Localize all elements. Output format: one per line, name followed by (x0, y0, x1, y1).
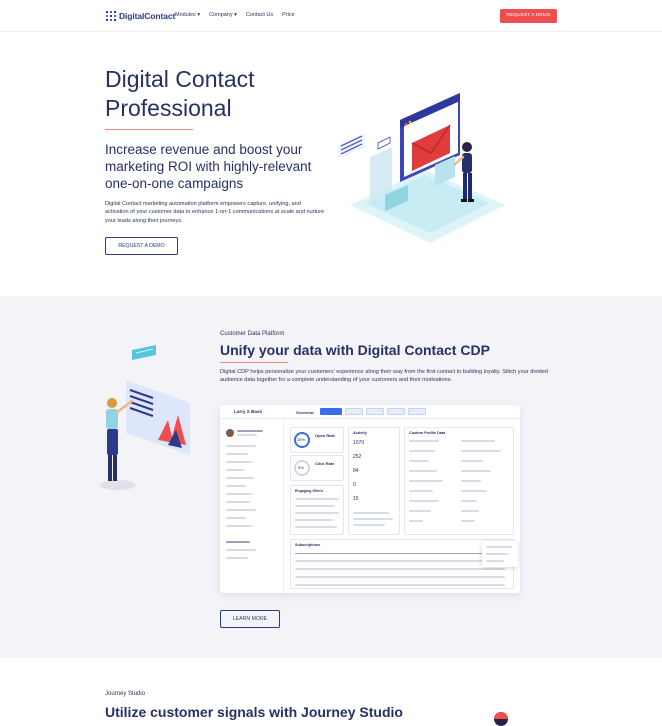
cdp-illustration (100, 345, 190, 490)
cdp-title: Unify your data with Digital Contact CDP (220, 342, 490, 358)
journey-kicker: Journey Studio (105, 691, 146, 697)
activity-value: 84 (353, 468, 359, 474)
cdp-description: Digital CDP helps personalize your custo… (220, 369, 548, 384)
nav-item-price[interactable]: Price (282, 12, 295, 18)
row-context-menu (482, 541, 518, 567)
click-rate-value: 5% (298, 465, 304, 470)
dashboard-topbar: Larry X Bass Overview (220, 405, 520, 419)
engaging-offers-label: Engaging Offers (295, 489, 323, 493)
nav-request-demo-button[interactable]: REQUEST A DEMO (500, 9, 557, 23)
dashboard-contact-panel (220, 419, 284, 593)
open-rate-card: 28% Open Rate (290, 427, 344, 453)
subscriptions-card: Subscriptions (290, 539, 514, 589)
dashboard-contact-name: Larry X Bass (234, 409, 263, 414)
activity-value: 252 (353, 454, 362, 460)
contact-avatar (226, 429, 234, 437)
hero-illustration (338, 93, 505, 243)
activity-value: 15 (353, 496, 359, 502)
click-rate-label: Click Rate (315, 461, 335, 466)
hero-request-demo-button[interactable]: REQUEST A DEMO (105, 237, 178, 255)
custom-profile-label: Custom Profile Data (409, 431, 446, 435)
nav-item-contact-us[interactable]: Contact Us (246, 12, 273, 18)
hero-divider (105, 129, 193, 130)
hero-subtitle: Increase revenue and boost your marketin… (105, 142, 312, 191)
logo-text: DigitalContact (119, 11, 176, 21)
journey-illustration (494, 712, 508, 726)
cdp-dashboard-screenshot: Larry X Bass Overview 28% Open Rate 5% C (220, 405, 520, 593)
nav-item-modules[interactable]: Modules ▾ (175, 12, 200, 18)
activity-card: Activity 1070 252 84 0 15 (348, 427, 400, 535)
cdp-divider (220, 362, 288, 363)
subscriptions-label: Subscriptions (295, 543, 321, 547)
engaging-offers-card: Engaging Offers (290, 485, 344, 535)
activity-value: 1070 (353, 440, 365, 446)
stripe-card-icon (338, 133, 365, 159)
brand-logo[interactable]: DigitalContact (105, 10, 175, 22)
activity-value: 0 (353, 482, 356, 488)
hero-title: Digital Contact Professional (105, 66, 255, 121)
hero-description: Digital Contact marketing automation pla… (105, 201, 325, 224)
nav-item-company[interactable]: Company ▾ (209, 12, 237, 18)
nav-links: Modules ▾ Company ▾ Contact Us Price (175, 12, 295, 18)
activity-label: Activity (353, 431, 367, 435)
custom-profile-card: Custom Profile Data (404, 427, 514, 535)
dashboard-overview-tab: Overview (296, 410, 314, 415)
journey-title: Utilize customer signals with Journey St… (105, 704, 403, 720)
open-rate-label: Open Rate (315, 433, 336, 438)
open-rate-value: 28% (297, 437, 306, 442)
logo-grid-icon (105, 10, 117, 22)
dashboard-toolbar (320, 408, 426, 415)
cdp-learn-more-button[interactable]: LEARN MORE (220, 610, 280, 628)
click-rate-card: 5% Click Rate (290, 455, 344, 481)
top-navbar: DigitalContact Modules ▾ Company ▾ Conta… (0, 0, 662, 32)
cdp-kicker: Customer Data Platform (220, 331, 285, 337)
